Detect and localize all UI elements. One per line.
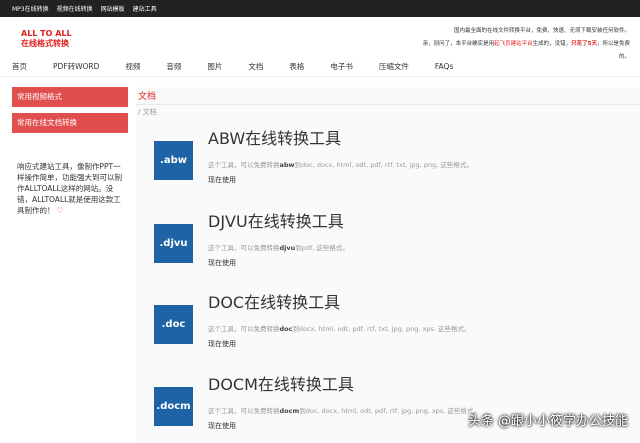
nav-document[interactable]: 文档	[248, 61, 263, 72]
file-type-badge[interactable]: .doc	[154, 305, 193, 344]
site-logo[interactable]: ALL TO ALL 在线格式转换	[21, 29, 72, 49]
file-type-badge[interactable]: .abw	[154, 141, 193, 180]
logo-line2: 在线格式转换	[21, 39, 69, 48]
sidebar: 常用视频格式 常用在线文档转换 响应式建站工具，像制作PPT一样操作简单，功能强…	[12, 87, 128, 215]
file-type-badge[interactable]: .djvu	[154, 224, 193, 263]
divider	[136, 104, 640, 105]
heart-icon: ♡	[56, 206, 64, 215]
topbar-link-tools[interactable]: 建站工具	[133, 4, 157, 13]
tool-item-abw: .abw ABW在线转换工具 这个工具，可以免费转换abw到doc, docx,…	[136, 125, 640, 205]
breadcrumb: / 文档	[138, 108, 157, 116]
topbar-link-video[interactable]: 视频在线转换	[57, 4, 93, 13]
tool-description: 这个工具，可以免费转换docm到doc, docx, html, odt, pd…	[208, 407, 480, 415]
nav-audio[interactable]: 音频	[166, 61, 181, 72]
tool-description: 这个工具，可以免费转换djvu到pdf, 这些格式。	[208, 244, 349, 252]
main-nav: 首页 PDF转WORD 视频 音频 图片 文档 表格 电子书 压缩文件 FAQs	[0, 57, 640, 77]
tool-title[interactable]: ABW在线转换工具	[208, 125, 341, 149]
use-now-link[interactable]: 现在使用	[208, 175, 236, 185]
topbar-link-mp3[interactable]: MP3在线转换	[12, 4, 49, 13]
tool-item-djvu: .djvu DJVU在线转换工具 这个工具，可以免费转换djvu到pdf, 这些…	[136, 208, 640, 288]
sidebar-video-formats-button[interactable]: 常用视频格式	[12, 87, 128, 107]
tool-description: 这个工具，可以免费转换abw到doc, docx, html, odt, pdf…	[208, 161, 473, 169]
use-now-link[interactable]: 现在使用	[208, 258, 236, 268]
page-title: 文档	[138, 92, 157, 102]
nav-home[interactable]: 首页	[12, 61, 27, 72]
tool-item-docm: .docm DOCM在线转换工具 这个工具，可以免费转换docm到doc, do…	[136, 371, 640, 443]
notice-line1: 国内最全面的在线文件转换平台，免费、快速、无须下载安装任何软件。	[453, 28, 630, 34]
use-now-link[interactable]: 现在使用	[208, 339, 236, 349]
site-header: ALL TO ALL 在线格式转换 国内最全面的在线文件转换平台，免费、快速、无…	[0, 17, 640, 60]
topbar-link-templates[interactable]: 网站模板	[101, 4, 125, 13]
nav-ebook[interactable]: 电子书	[330, 61, 353, 72]
tool-item-doc: .doc DOC在线转换工具 这个工具，可以免费转换doc到docx, html…	[136, 289, 640, 369]
tool-title[interactable]: DJVU在线转换工具	[208, 208, 344, 232]
nav-faqs[interactable]: FAQs	[435, 62, 453, 71]
sidebar-promo-text: 响应式建站工具，像制作PPT一样操作简单，功能强大到可以制作ALLTOALL这样…	[17, 162, 122, 215]
logo-line1: ALL TO ALL	[21, 29, 72, 38]
nav-video[interactable]: 视频	[125, 61, 140, 72]
nav-image[interactable]: 图片	[207, 61, 222, 72]
sidebar-doc-convert-button[interactable]: 常用在线文档转换	[12, 113, 128, 133]
nav-spreadsheet[interactable]: 表格	[289, 61, 304, 72]
use-now-link[interactable]: 现在使用	[208, 421, 236, 431]
tool-title[interactable]: DOC在线转换工具	[208, 289, 340, 313]
nav-archive[interactable]: 压缩文件	[379, 61, 409, 72]
tool-title[interactable]: DOCM在线转换工具	[208, 371, 354, 395]
tool-description: 这个工具，可以免费转换doc到docx, html, odt, pdf, rtf…	[208, 325, 471, 333]
nav-pdf-to-word[interactable]: PDF转WORD	[53, 61, 99, 72]
top-bar: MP3在线转换 视频在线转换 网站模板 建站工具	[0, 0, 640, 17]
watermark: 头条 @跟小小筱学办公技能	[467, 414, 628, 429]
file-type-badge[interactable]: .docm	[154, 387, 193, 426]
main-content: 文档 / 文档 .abw ABW在线转换工具 这个工具，可以免费转换abw到do…	[136, 87, 640, 443]
